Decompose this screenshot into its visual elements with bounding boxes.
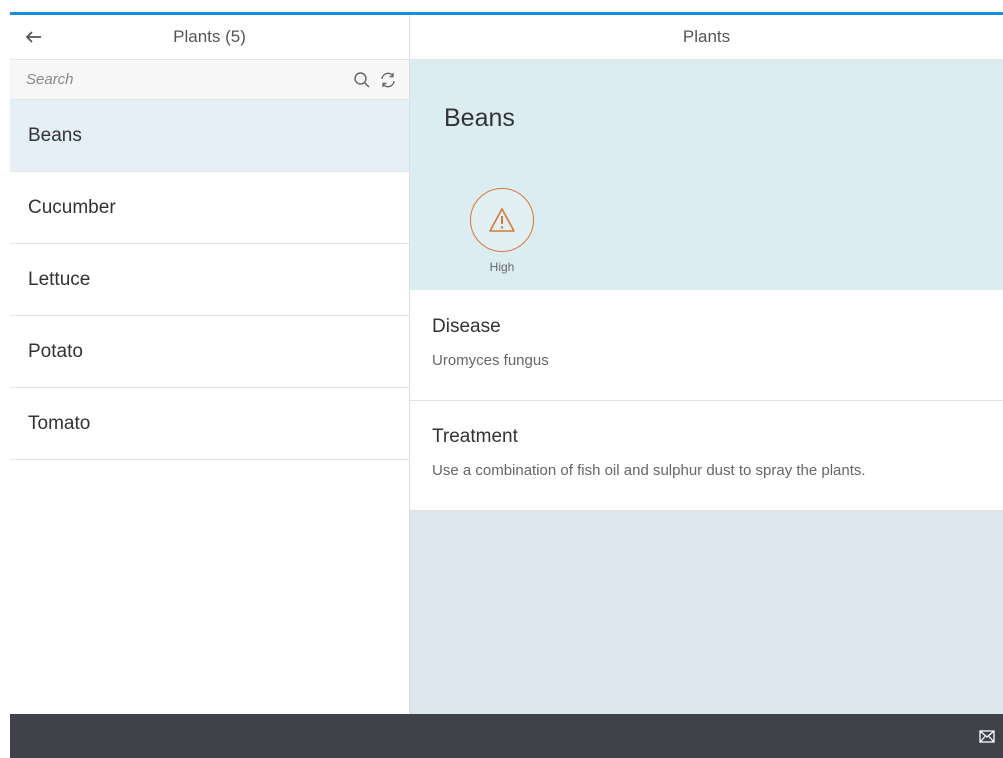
object-title: Beans [444,104,515,132]
master-pane: Plants (5) Beans [10,15,410,758]
detail-pane: Plants Beans High Disease Uromyces fungu… [410,15,1003,758]
treatment-section: Treatment Use a combination of fish oil … [410,401,1003,511]
list-item[interactable]: Beans [10,100,409,172]
status-label: High [489,260,515,274]
search-button[interactable] [349,66,375,94]
list-item-label: Tomato [28,412,91,434]
list-item-label: Beans [28,124,82,146]
detail-footer [410,714,1003,758]
list-item[interactable]: Tomato [10,388,409,460]
warning-icon [489,208,515,232]
object-header: Beans High [410,60,1003,290]
refresh-icon [381,72,395,87]
list-item-label: Lettuce [28,268,91,290]
detail-title: Plants [682,27,731,46]
status-indicator: High [470,188,534,274]
email-button[interactable] [975,724,999,748]
search-icon [354,71,370,87]
search-input[interactable] [18,65,349,94]
email-icon [979,729,995,743]
section-text: Uromyces fungus [432,352,549,369]
list-item[interactable]: Potato [10,316,409,388]
list-item[interactable]: Lettuce [10,244,409,316]
status-circle [470,188,534,252]
back-button[interactable] [10,15,58,60]
top-accent [0,0,1003,15]
split-app: Plants (5) Beans [10,15,1003,758]
plant-list: Beans Cucumber Lettuce Potato Tomato [10,100,409,460]
list-item-label: Potato [28,340,83,362]
arrow-left-icon [26,31,41,43]
disease-section: Disease Uromyces fungus [410,290,1003,401]
list-item[interactable]: Cucumber [10,172,409,244]
search-bar [10,60,409,100]
detail-header: Plants [410,15,1003,60]
list-item-label: Cucumber [28,196,116,218]
section-title: Treatment [432,426,518,447]
master-footer [10,714,410,758]
master-header: Plants (5) [10,15,409,60]
section-text: Use a combination of fish oil and sulphu… [432,462,866,479]
master-title: Plants (5) [173,27,246,46]
refresh-button[interactable] [375,66,401,94]
section-title: Disease [432,316,501,337]
